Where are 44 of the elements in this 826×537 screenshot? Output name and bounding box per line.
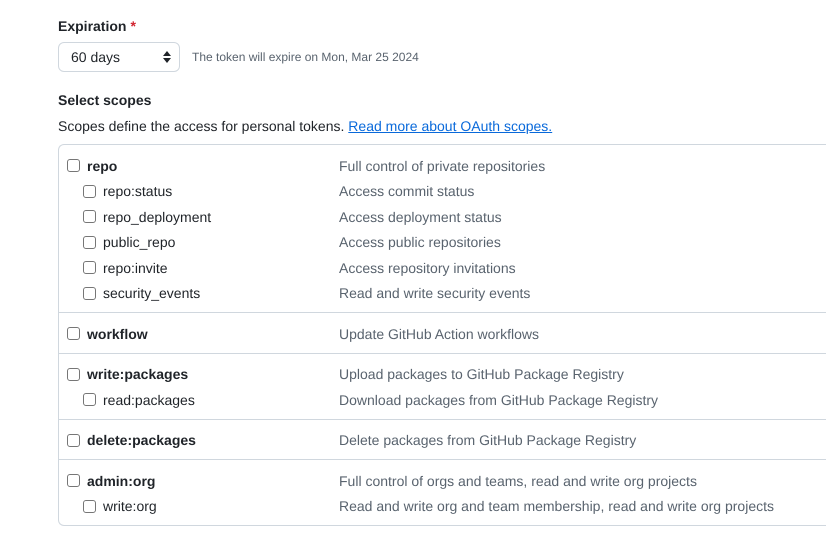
scope-description: Read and write org and team membership, read and write org projects	[339, 498, 775, 514]
checkbox[interactable]	[83, 210, 96, 224]
scope-name: repo:status	[103, 183, 172, 200]
required-mark: *	[130, 18, 136, 34]
checkbox[interactable]	[67, 368, 80, 381]
scope-description: Download packages from GitHub Package Registry	[339, 392, 660, 408]
checkbox[interactable]	[67, 434, 80, 447]
scope-name: read:packages	[103, 392, 195, 408]
scope-name: repo	[87, 158, 118, 174]
checkbox[interactable]	[83, 286, 96, 300]
expiration-note: The token will expire on Mon, Mar 25 2024	[192, 50, 419, 64]
checkbox[interactable]	[83, 500, 96, 513]
expiration-select[interactable]: 60 days	[58, 42, 180, 72]
scope-description: Update GitHub Action workflows	[339, 326, 540, 342]
scope-description: Access commit status	[339, 183, 476, 200]
field-label: Expiration	[58, 18, 126, 34]
scope-description: Read and write security events	[339, 285, 532, 302]
scope-name: repo:invite	[103, 260, 168, 276]
checkbox[interactable]	[83, 261, 96, 274]
scope-name: repo_deployment	[103, 208, 212, 225]
scope-description: Access public repositories	[339, 234, 502, 250]
scope-description: Full control of private repositories	[339, 158, 546, 174]
scope-name: delete:packages	[87, 432, 196, 448]
scopes-description: Scopes define the access for personal tokens.	[58, 118, 344, 134]
section-heading: Select scopes	[58, 92, 152, 108]
updown-caret-icon	[163, 51, 171, 63]
checkbox[interactable]	[83, 393, 96, 406]
scope-name: public_repo	[103, 234, 176, 250]
scope-name: write:org	[103, 498, 157, 514]
checkbox[interactable]	[67, 474, 80, 488]
scope-description: Access deployment status	[339, 208, 503, 225]
checkbox[interactable]	[83, 184, 96, 198]
checkbox[interactable]	[67, 327, 80, 340]
scope-description: Upload packages to GitHub Package Registry	[339, 366, 625, 382]
scope-description: Delete packages from GitHub Package Registry	[339, 432, 638, 448]
checkbox[interactable]	[67, 159, 80, 172]
scope-name: workflow	[87, 326, 148, 342]
scope-name: write:packages	[87, 366, 188, 382]
checkbox[interactable]	[83, 236, 96, 249]
scope-name: admin:org	[87, 472, 156, 489]
scope-description: Access repository invitations	[339, 260, 517, 276]
oauth-scopes-link[interactable]: Read more about OAuth scopes.	[348, 118, 552, 134]
scope-description: Full control of orgs and teams, read and write org projects	[339, 472, 698, 489]
scope-name: security_events	[103, 285, 200, 302]
